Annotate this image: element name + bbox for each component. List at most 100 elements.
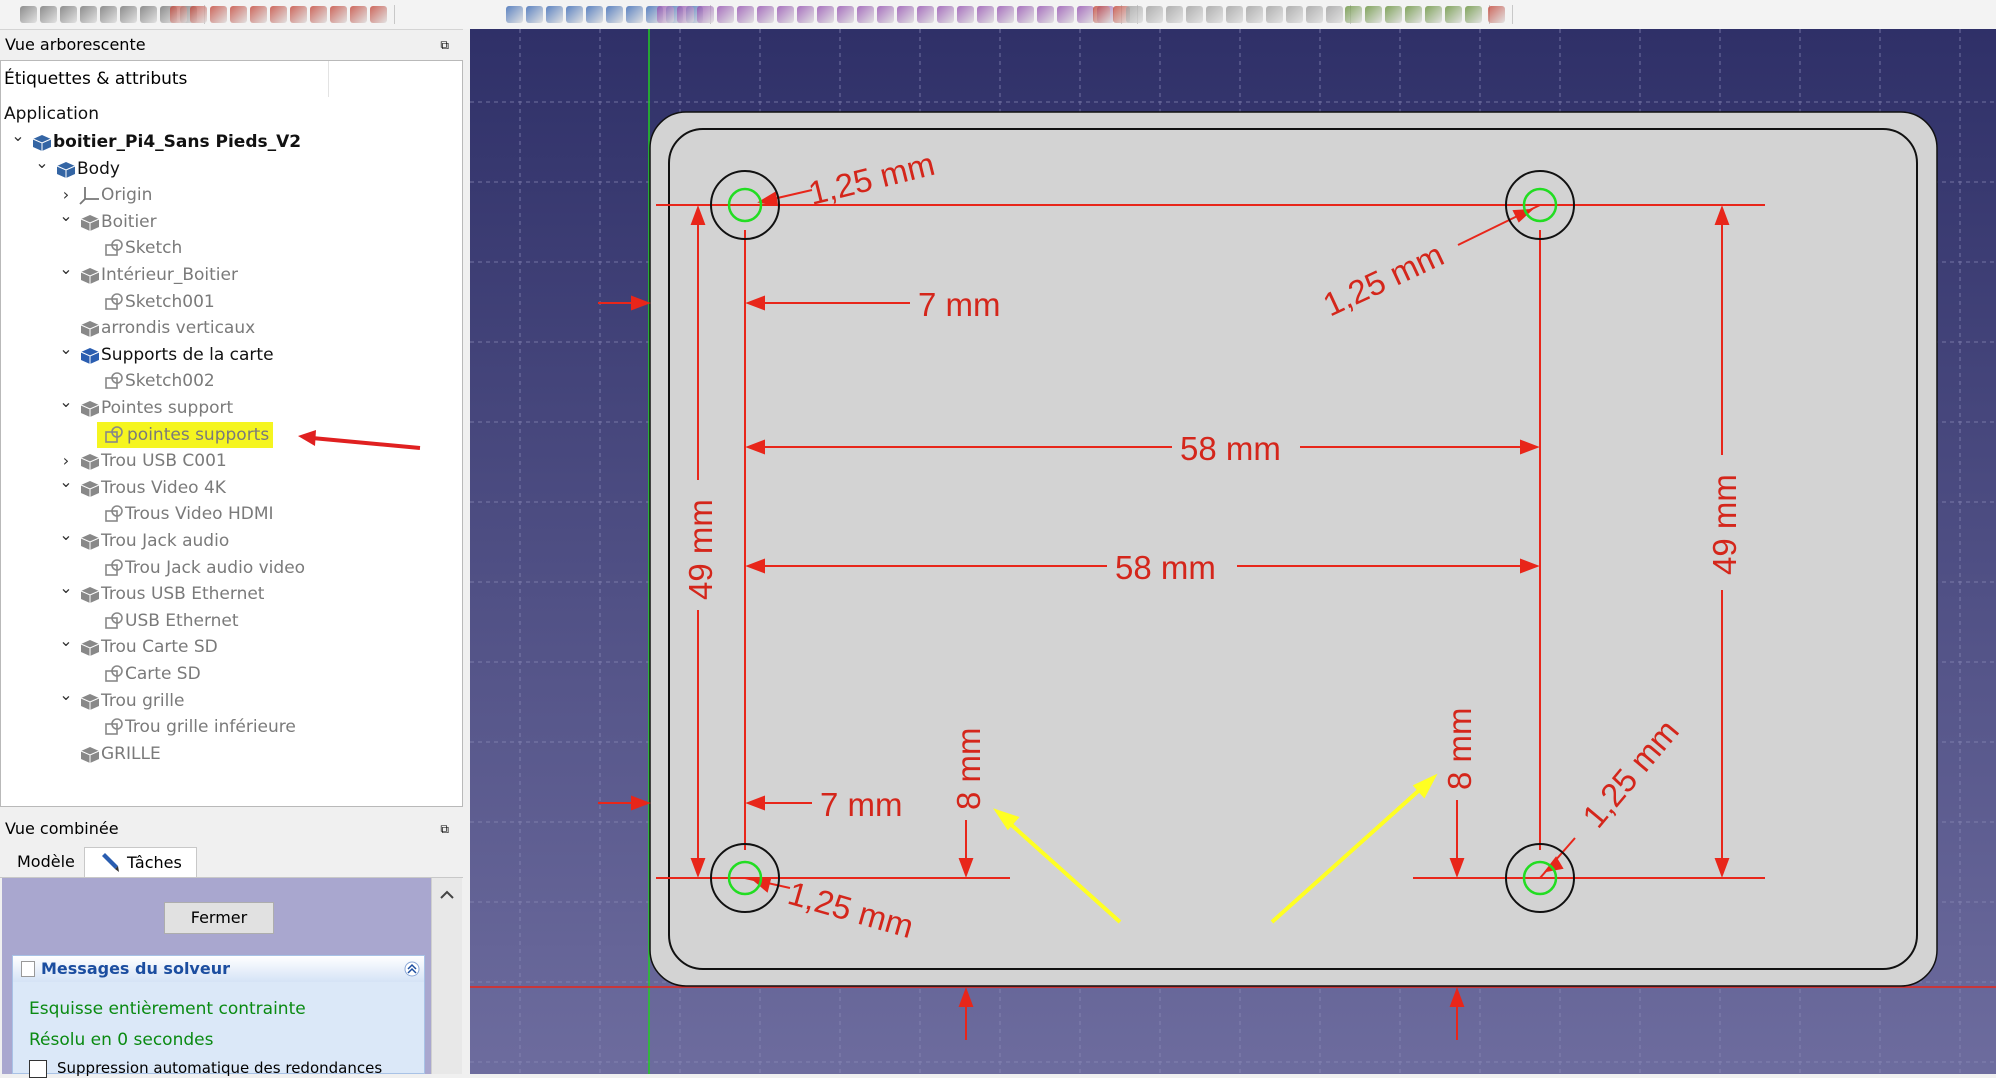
toolbar-button-icon[interactable] (190, 6, 207, 23)
dim-label-h-offset-bottom[interactable]: 7 mm (820, 786, 903, 823)
toolbar-button-icon[interactable] (1246, 6, 1263, 23)
toolbar-button-icon[interactable] (1057, 6, 1074, 23)
toolbar-button-icon[interactable] (937, 6, 954, 23)
toolbar-button-icon[interactable] (120, 6, 137, 23)
toolbar-button-icon[interactable] (1445, 6, 1462, 23)
toolbar-button-icon[interactable] (1126, 6, 1143, 23)
undock-icon[interactable]: ⧉ (440, 31, 449, 59)
splitter[interactable] (463, 29, 470, 1074)
toolbar-button-icon[interactable] (657, 6, 674, 23)
chevron-down-icon[interactable]: ⌄ (59, 256, 73, 282)
toolbar-button-icon[interactable] (526, 6, 543, 23)
toolbar-button-icon[interactable] (80, 6, 97, 23)
toolbar-button-icon[interactable] (1093, 6, 1110, 23)
chevron-down-icon[interactable]: ⌄ (59, 628, 73, 654)
dim-label-h-span-bottom[interactable]: 58 mm (1115, 549, 1216, 586)
toolbar-button-icon[interactable] (917, 6, 934, 23)
toolbar-button-icon[interactable] (1266, 6, 1283, 23)
toolbar-button-icon[interactable] (20, 6, 37, 23)
toolbar-button-icon[interactable] (817, 6, 834, 23)
toolbar-button-icon[interactable] (170, 6, 187, 23)
toolbar-button-icon[interactable] (1365, 6, 1382, 23)
toolbar-button-icon[interactable] (1206, 6, 1223, 23)
toolbar-button-icon[interactable] (1385, 6, 1402, 23)
case-body[interactable] (649, 111, 1938, 987)
toolbar-button-icon[interactable] (1017, 6, 1034, 23)
toolbar-button-icon[interactable] (230, 6, 247, 23)
toolbar-button-icon[interactable] (877, 6, 894, 23)
toolbar-button-icon[interactable] (957, 6, 974, 23)
toolbar-button-icon[interactable] (506, 6, 523, 23)
toolbar-button-icon[interactable] (330, 6, 347, 23)
toolbar-button-icon[interactable] (1146, 6, 1163, 23)
scroll-up-icon[interactable] (432, 886, 462, 906)
toolbar-button-icon[interactable] (350, 6, 367, 23)
chevron-down-icon[interactable]: ⌄ (59, 336, 73, 362)
toolbar-button-icon[interactable] (566, 6, 583, 23)
toolbar-button-icon[interactable] (140, 6, 157, 23)
toolbar-button-icon[interactable] (1488, 6, 1505, 23)
chevron-down-icon[interactable]: ⌄ (59, 389, 73, 415)
toolbar-button-icon[interactable] (977, 6, 994, 23)
toolbar-button-icon[interactable] (997, 6, 1014, 23)
toolbar-button-icon[interactable] (797, 6, 814, 23)
toolbar-button-icon[interactable] (40, 6, 57, 23)
dim-label-h-offset-top[interactable]: 7 mm (918, 286, 1001, 323)
dim-label-v-span-right[interactable]: 49 mm (1706, 474, 1743, 575)
toolbar-button-icon[interactable] (546, 6, 563, 23)
toolbar-button-icon[interactable] (606, 6, 623, 23)
toolbar-button-icon[interactable] (1405, 6, 1422, 23)
toolbar-button-icon[interactable] (737, 6, 754, 23)
tab-tasks[interactable]: Tâches (84, 847, 197, 877)
toolbar-button-icon[interactable] (1286, 6, 1303, 23)
dim-label-v-span-left[interactable]: 49 mm (682, 499, 719, 600)
toolbar-button-icon[interactable] (1326, 6, 1343, 23)
toolbar-button-icon[interactable] (1166, 6, 1183, 23)
toolbar-button-icon[interactable] (210, 6, 227, 23)
toolbar-button-icon[interactable] (717, 6, 734, 23)
toolbar-button-icon[interactable] (1226, 6, 1243, 23)
chevron-down-icon[interactable]: ⌄ (35, 150, 49, 176)
toolbar-button-icon[interactable] (837, 6, 854, 23)
chevron-down-icon[interactable]: ⌄ (59, 469, 73, 495)
column-header[interactable]: Étiquettes & attributs (4, 69, 187, 93)
task-scrollbar[interactable] (431, 878, 462, 1074)
toolbar-button-icon[interactable] (897, 6, 914, 23)
toolbar-button-icon[interactable] (626, 6, 643, 23)
auto-remove-redundancies-checkbox[interactable] (29, 1060, 47, 1078)
toolbar-button-icon[interactable] (777, 6, 794, 23)
toolbar-button-icon[interactable] (310, 6, 327, 23)
undock-icon[interactable]: ⧉ (440, 815, 449, 843)
toolbar-button-icon[interactable] (1306, 6, 1323, 23)
toolbar-button-icon[interactable] (370, 6, 387, 23)
toolbar-button-icon[interactable] (1465, 6, 1482, 23)
toolbar-button-icon[interactable] (1186, 6, 1203, 23)
close-button[interactable]: Fermer (164, 902, 274, 934)
toolbar-button-icon[interactable] (60, 6, 77, 23)
toolbar-button-icon[interactable] (1037, 6, 1054, 23)
toolbar-button-icon[interactable] (270, 6, 287, 23)
chevron-down-icon[interactable]: ⌄ (59, 682, 73, 708)
collapse-icon[interactable] (404, 961, 420, 977)
chevron-down-icon[interactable]: ⌄ (11, 123, 25, 149)
toolbar-button-icon[interactable] (586, 6, 603, 23)
chevron-down-icon[interactable]: ⌄ (59, 575, 73, 601)
toolbar-button-icon[interactable] (697, 6, 714, 23)
toolbar-button-icon[interactable] (250, 6, 267, 23)
dim-label-v-offset-left[interactable]: 8 mm (950, 728, 987, 811)
toolbar-button-icon[interactable] (290, 6, 307, 23)
toolbar-button-icon[interactable] (1425, 6, 1442, 23)
3d-viewport[interactable]: 1,25 mm 1,25 mm 1,25 mm 1,25 mm 7 mm 7 m… (470, 29, 1996, 1074)
toolbar-button-icon[interactable] (857, 6, 874, 23)
toolbar-button-icon[interactable] (677, 6, 694, 23)
toolbar-button-icon[interactable] (1345, 6, 1362, 23)
chevron-down-icon[interactable]: ⌄ (59, 522, 73, 548)
dim-label-h-span-top[interactable]: 58 mm (1180, 430, 1281, 467)
chevron-down-icon[interactable]: ⌄ (59, 203, 73, 229)
dim-label-v-offset-right[interactable]: 8 mm (1441, 708, 1478, 791)
toolbar-button-icon[interactable] (757, 6, 774, 23)
toolbar-button-icon[interactable] (1077, 6, 1094, 23)
tab-model[interactable]: Modèle (3, 847, 89, 877)
solver-header[interactable]: Messages du solveur (13, 956, 424, 982)
toolbar-button-icon[interactable] (100, 6, 117, 23)
